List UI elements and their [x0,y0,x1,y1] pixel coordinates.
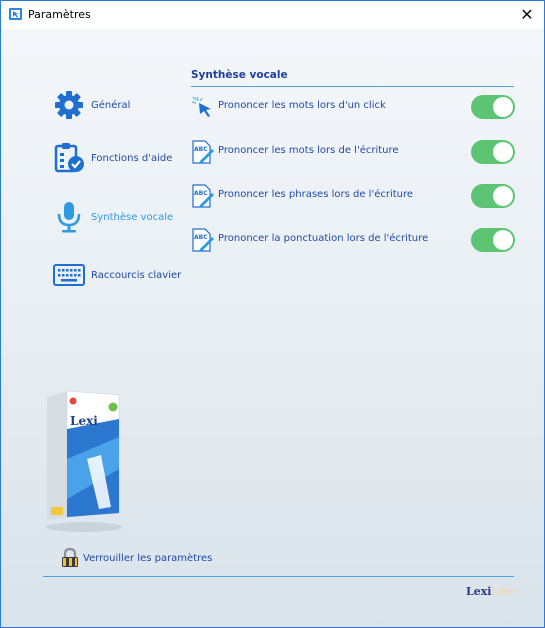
option-label: Prononcer les mots lors de l'écriture [218,145,399,156]
cursor-click-icon [191,96,211,117]
words-while-typing-toggle[interactable] [471,140,515,164]
sidebar-item-label: Raccourcis clavier [91,269,182,281]
toggle-knob [493,97,513,117]
title-bar: Paramètres ✕ [1,1,544,29]
sidebar-item-label: Synthèse vocale [91,211,174,223]
settings-window: Paramètres ✕ Général Fonctions d'aide Sy… [0,0,545,628]
option-row-punctuation-while-typing: ABC Prononcer la ponctuation lors de l'é… [191,225,515,255]
app-icon [9,8,22,20]
sidebar-item-help-functions[interactable]: Fonctions d'aide [53,142,172,174]
keyboard-icon [53,259,85,291]
lock-settings-label: Verrouiller les paramètres [83,552,213,564]
product-box-name: Lexi [70,414,98,428]
close-button[interactable]: ✕ [510,1,544,29]
logo-suffix-text: Lite [491,585,514,598]
lexilite-logo: LexiLite [466,585,513,598]
product-box-image: Lexi [46,390,122,532]
microphone-icon [53,201,85,233]
logo-main-text: Lexi [466,585,492,598]
sidebar-item-keyboard-shortcuts[interactable]: Raccourcis clavier [53,259,181,291]
svg-text:ABC: ABC [194,190,208,197]
toggle-knob [493,230,513,250]
abc-pen-icon: ABC [192,228,214,252]
word-on-click-toggle[interactable] [471,95,515,119]
sidebar-item-speech-synthesis[interactable]: Synthèse vocale [53,201,173,233]
option-label: Prononcer les mots lors d'un click [218,100,386,111]
option-label: Prononcer la ponctuation lors de l'écrit… [218,233,429,244]
svg-text:ABC: ABC [194,234,208,241]
abc-pen-icon: ABC [192,184,214,208]
toggle-knob [493,142,513,162]
window-title: Paramètres [28,8,91,21]
sidebar-item-label: Général [91,99,131,111]
checklist-icon [53,142,85,174]
footer-divider [43,576,514,577]
toggle-knob [493,186,513,206]
option-row-word-on-click: Prononcer les mots lors d'un click [191,92,515,122]
section-divider [191,86,514,87]
sidebar-item-label: Fonctions d'aide [91,152,173,164]
punctuation-while-typing-toggle[interactable] [471,228,515,252]
section-title: Synthèse vocale [191,69,288,81]
settings-content: Général Fonctions d'aide Synthèse vocale… [1,29,544,627]
lock-settings-button[interactable]: Verrouiller les paramètres [61,548,212,568]
sidebar-item-general[interactable]: Général [53,89,130,121]
sentences-while-typing-toggle[interactable] [471,184,515,208]
option-label: Prononcer les phrases lors de l'écriture [218,189,414,200]
svg-text:ABC: ABC [194,146,208,153]
option-row-sentences-while-typing: ABC Prononcer les phrases lors de l'écri… [191,181,515,211]
option-row-words-while-typing: ABC Prononcer les mots lors de l'écritur… [191,137,515,167]
gear-icon [53,89,85,121]
abc-pen-icon: ABC [192,140,214,164]
padlock-icon [62,548,78,567]
